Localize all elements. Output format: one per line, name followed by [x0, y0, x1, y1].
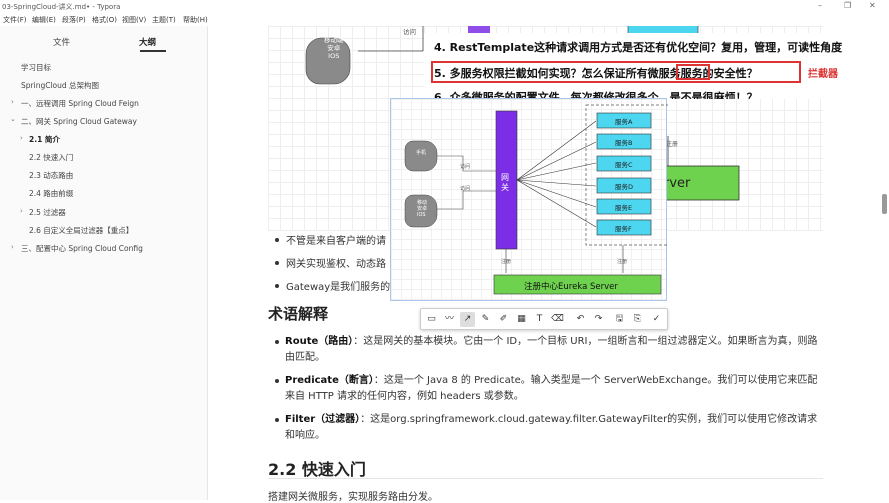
bullet-text: Gateway是我们服务的	[286, 282, 391, 293]
outline-item[interactable]: 2.2 快速入门	[29, 152, 73, 163]
menu-format[interactable]: 格式(O)	[92, 15, 117, 25]
bullet-text: 网关实现鉴权、动态路	[286, 259, 386, 270]
chevron-right-icon[interactable]: ›	[20, 207, 23, 215]
eraser-tool-icon[interactable]: ⌫	[550, 312, 565, 327]
mosaic-tool-icon[interactable]: ▦	[514, 312, 529, 327]
bullet-dot	[275, 418, 279, 422]
interceptor-annotation: 拦截器	[808, 69, 838, 80]
service-a-label: 服务A	[615, 118, 633, 126]
pencil-tool-icon[interactable]: ✎	[478, 312, 493, 327]
register-label: 注册	[501, 259, 512, 265]
menu-file[interactable]: 文件(F)	[3, 15, 27, 25]
registry-label: 注册中心Eureka Server	[524, 282, 618, 292]
menu-edit[interactable]: 编辑(E)	[32, 15, 56, 25]
bullet-text: 不管是来自客户端的请	[286, 236, 386, 247]
service-b-label: 服务B	[615, 139, 633, 147]
access-label: 访问	[460, 186, 471, 192]
copy-icon[interactable]: ⎘	[630, 312, 645, 327]
access-label: 访问	[403, 28, 416, 36]
client-mobile-label: 移动 安卓 IOS	[417, 200, 428, 218]
service-e-label: 服务E	[615, 204, 633, 212]
questions-overlay: 4. RestTemplate这种请求调用方式是否还有优化空间？复用，管理，可读…	[424, 33, 889, 99]
freehand-tool-icon[interactable]: 〰	[442, 312, 457, 327]
outline-item[interactable]: 一、远程调用 Spring Cloud Feign	[21, 98, 139, 109]
terms-heading: 术语解释	[268, 305, 329, 323]
outline-item[interactable]: 三、配置中心 Spring Cloud Config	[21, 243, 143, 254]
question-4: 4. RestTemplate这种请求调用方式是否还有优化空间？复用，管理，可读…	[434, 41, 843, 54]
gateway-label: 网关	[501, 173, 509, 192]
rectangle-tool-icon[interactable]: ▭	[424, 312, 439, 327]
outline-item[interactable]: 学习目标	[21, 62, 51, 73]
maximize-button[interactable]: ❐	[844, 1, 851, 10]
tab-files[interactable]: 文件	[53, 36, 70, 48]
text-tool-icon[interactable]: T	[532, 312, 547, 327]
chevron-right-icon[interactable]: ›	[11, 243, 14, 251]
highlight-box-microservice	[676, 64, 710, 80]
term-filter: Filter（过滤器）：这是org.springframework.cloud.…	[285, 414, 818, 441]
menu-view[interactable]: 视图(V)	[122, 15, 146, 25]
term-predicate: Predicate（断言）：这是一个 Java 8 的 Predicate。输入…	[285, 375, 818, 402]
chevron-right-icon[interactable]: ›	[20, 134, 23, 142]
bullet-dot	[275, 379, 279, 383]
register-label: 注册	[617, 259, 628, 265]
menu-paragraph[interactable]: 段落(P)	[62, 15, 86, 25]
term-route: Route（路由）：这是网关的基本模块。它由一个 ID，一个目标 URI，一组断…	[285, 336, 818, 363]
chevron-down-icon[interactable]: ⌄	[10, 115, 16, 123]
bullet-dot	[275, 340, 279, 344]
title-bar: 03-SpringCloud-讲义.md• - Typora – ❐ ✕	[0, 0, 889, 13]
outline-item[interactable]: 2.6 自定义全局过滤器【重点】	[29, 225, 133, 236]
close-button[interactable]: ✕	[869, 1, 876, 10]
redo-icon[interactable]: ↷	[591, 312, 606, 327]
bullet-dot	[275, 284, 279, 288]
outline-item-active[interactable]: 2.1 简介	[29, 134, 60, 145]
chevron-right-icon[interactable]: ›	[11, 98, 14, 106]
service-c-label: 服务C	[615, 161, 633, 169]
tab-outline[interactable]: 大纲	[139, 36, 156, 48]
gateway-diagram-snippet[interactable]: 手机 移动 安卓 IOS 访问 访问 网关 服务A 服务B 服务C 服务D 服务…	[390, 98, 668, 301]
bullet-dot	[275, 238, 279, 242]
outline-item[interactable]: SpringCloud 总架构图	[21, 80, 99, 91]
divider	[268, 478, 823, 479]
window-title: 03-SpringCloud-讲义.md• - Typora	[2, 3, 121, 11]
bullet-dot	[275, 261, 279, 265]
sidebar: 文件 大纲 学习目标 SpringCloud 总架构图 › 一、远程调用 Spr…	[0, 26, 208, 500]
quickstart-text: 搭建网关微服务，实现服务路由分发。	[268, 492, 438, 503]
outline-item[interactable]: 2.4 路由前缀	[29, 188, 73, 199]
scrollbar-thumb[interactable]	[882, 194, 887, 214]
marker-tool-icon[interactable]: ✐	[496, 312, 511, 327]
save-icon[interactable]: 🖫	[612, 312, 627, 327]
annotation-toolbar: ▭ 〰 ↗ ✎ ✐ ▦ T ⌫ ↶ ↷ 🖫 ⎘ ✓	[420, 308, 668, 330]
mobile-client-label: 移动端 安卓 IOS	[324, 36, 344, 60]
minimize-button[interactable]: –	[818, 1, 822, 10]
arrow-tool-icon[interactable]: ↗	[460, 312, 475, 327]
service-d-label: 服务D	[615, 183, 634, 191]
outline-item[interactable]: 2.5 过滤器	[29, 207, 66, 218]
service-f-label: 服务F	[615, 225, 632, 233]
menu-bar: 文件(F) 编辑(E) 段落(P) 格式(O) 视图(V) 主题(T) 帮助(H…	[0, 13, 889, 26]
confirm-icon[interactable]: ✓	[649, 312, 664, 327]
active-tab-indicator	[140, 50, 166, 52]
outline-item[interactable]: 2.3 动态路由	[29, 170, 73, 181]
undo-icon[interactable]: ↶	[573, 312, 588, 327]
client-phone-label: 手机	[416, 150, 427, 156]
outline-item[interactable]: 二、网关 Spring Cloud Gateway	[21, 116, 137, 127]
menu-theme[interactable]: 主题(T)	[152, 15, 176, 25]
menu-help[interactable]: 帮助(H)	[183, 15, 208, 25]
access-label: 访问	[460, 164, 471, 170]
quickstart-heading: 2.2 快速入门	[268, 460, 366, 479]
